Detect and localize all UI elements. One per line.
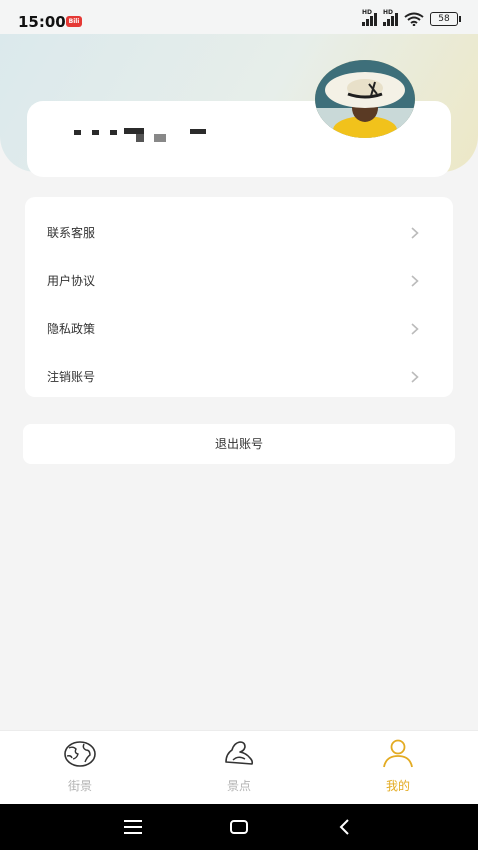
chevron-right-icon [411, 371, 419, 383]
tab-label: 街景 [67, 779, 92, 793]
status-icons: HD HD 58 [362, 9, 461, 26]
system-navigation-bar [0, 804, 478, 850]
chevron-right-icon [411, 275, 419, 287]
bottom-tab-bar: 街景 景点 我的 [0, 730, 478, 805]
signal-icon-2: HD [383, 9, 398, 26]
menu-item-contact-support[interactable]: 联系客服 [25, 209, 453, 257]
menu-item-user-agreement[interactable]: 用户协议 [25, 257, 453, 305]
menu-item-label: 用户协议 [47, 274, 96, 288]
tab-street-view[interactable]: 街景 [0, 731, 160, 805]
logout-button[interactable]: 退出账号 [23, 424, 455, 464]
tab-label: 景点 [226, 779, 251, 793]
signal-icon: HD [362, 9, 377, 26]
menu-item-label: 注销账号 [47, 370, 96, 384]
tab-mine[interactable]: 我的 [318, 731, 478, 805]
chevron-right-icon [411, 323, 419, 335]
globe-icon [64, 741, 96, 767]
menu-item-label: 隐私政策 [47, 322, 96, 336]
chevron-right-icon [411, 227, 419, 239]
avatar[interactable] [315, 60, 415, 138]
person-icon [383, 739, 413, 768]
settings-menu: 联系客服 用户协议 隐私政策 注销账号 [25, 197, 453, 397]
mountain-icon [225, 741, 254, 765]
app-notification-badge: Bili [66, 16, 82, 27]
battery-icon: 58 [430, 12, 461, 26]
wifi-icon [404, 12, 424, 26]
tab-label: 我的 [385, 779, 410, 793]
menu-icon[interactable] [121, 815, 145, 839]
menu-item-privacy-policy[interactable]: 隐私政策 [25, 305, 453, 353]
status-time: 15:00 [18, 13, 66, 31]
home-icon[interactable] [227, 815, 251, 839]
menu-item-label: 联系客服 [47, 226, 96, 240]
menu-item-delete-account[interactable]: 注销账号 [25, 353, 453, 401]
tab-attractions[interactable]: 景点 [159, 731, 319, 805]
back-icon[interactable] [333, 815, 357, 839]
